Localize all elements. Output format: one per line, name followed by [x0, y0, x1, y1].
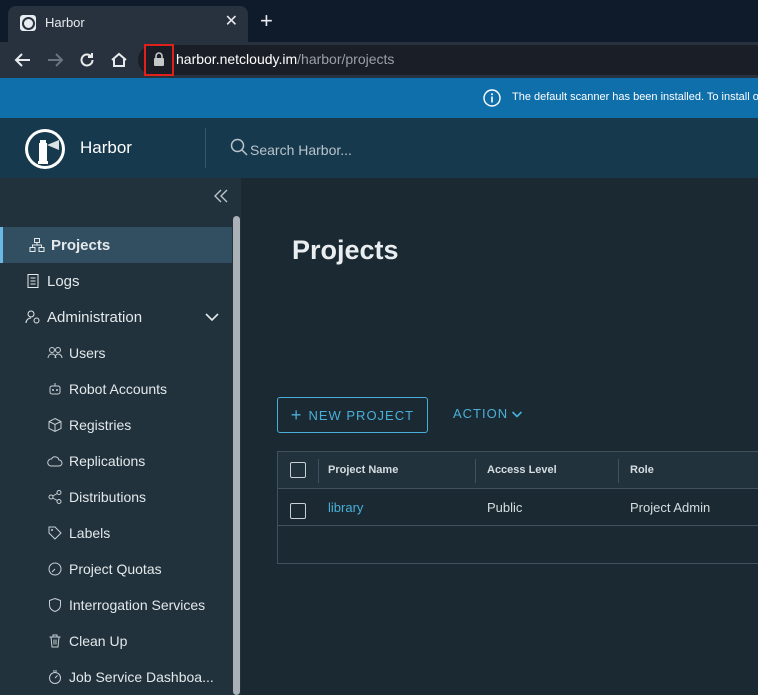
search-input[interactable]: Search Harbor...: [250, 142, 352, 158]
tab-close-icon[interactable]: ✕: [225, 13, 238, 31]
lock-icon[interactable]: [153, 52, 165, 71]
column-separator: [318, 459, 319, 483]
sidebar-item-label: Logs: [47, 272, 80, 290]
info-banner: The default scanner has been installed. …: [0, 78, 758, 118]
new-tab-button[interactable]: +: [260, 10, 273, 32]
sidebar-scrollbar[interactable]: [233, 216, 240, 695]
info-icon: [483, 89, 501, 112]
search-icon: [230, 138, 248, 161]
sidebar-item-interrogation-services[interactable]: Interrogation Services: [0, 587, 232, 623]
trash-icon: [46, 632, 64, 650]
browser-tab[interactable]: Harbor ✕: [8, 6, 248, 42]
tab-title: Harbor: [45, 15, 85, 30]
chevron-down-icon[interactable]: [204, 309, 220, 329]
sidebar-item-clean-up[interactable]: Clean Up: [0, 623, 232, 659]
projects-icon: [28, 236, 46, 254]
interrogation-icon: [46, 596, 64, 614]
action-dropdown-button[interactable]: ACTION: [453, 406, 523, 421]
url-path: /harbor/projects: [297, 51, 395, 67]
sidebar-item-label: Interrogation Services: [69, 597, 206, 613]
access-level-cell: Public: [487, 500, 523, 515]
brand-name: Harbor: [80, 138, 132, 157]
column-header-role[interactable]: Role: [630, 464, 654, 476]
sidebar-item-labels[interactable]: Labels: [0, 515, 232, 551]
users-icon: [46, 344, 64, 362]
sidebar-item-label: Replications: [69, 453, 146, 469]
browser-tab-bar: Harbor ✕ +: [0, 0, 758, 42]
global-search[interactable]: Search Harbor...: [230, 138, 352, 161]
administration-icon: [24, 308, 42, 326]
quotas-icon: [46, 560, 64, 578]
app-header: Harbor Search Harbor...: [0, 118, 758, 178]
header-divider: [205, 128, 206, 168]
sidebar-item-replications[interactable]: Replications: [0, 443, 232, 479]
replications-icon: [46, 452, 64, 470]
sidebar-item-administration[interactable]: Administration: [0, 299, 232, 335]
sidebar-item-label: Clean Up: [69, 633, 128, 649]
table-row: library Public Project Admin: [278, 489, 758, 526]
sidebar-item-label: Registries: [69, 417, 132, 433]
url-host: harbor.netcloudy.im: [176, 51, 298, 67]
collapse-sidebar-icon[interactable]: [213, 188, 229, 209]
sidebar-item-projects[interactable]: Projects: [0, 227, 232, 263]
sidebar-item-robot-accounts[interactable]: Robot Accounts: [0, 371, 232, 407]
job-service-icon: [46, 668, 64, 686]
sidebar: Projects Logs Administration Users Robot…: [0, 178, 241, 695]
sidebar-item-label: Robot Accounts: [69, 381, 168, 397]
sidebar-item-registries[interactable]: Registries: [0, 407, 232, 443]
project-name-link[interactable]: library: [328, 500, 363, 515]
harbor-favicon-icon: [20, 15, 36, 31]
sidebar-item-label: Distributions: [69, 489, 147, 505]
labels-icon: [46, 524, 64, 542]
new-project-button[interactable]: + NEW PROJECT: [277, 397, 428, 433]
action-label: ACTION: [453, 406, 509, 421]
column-header-project-name[interactable]: Project Name: [328, 464, 398, 476]
sidebar-item-label: Labels: [69, 525, 111, 541]
sidebar-item-distributions[interactable]: Distributions: [0, 479, 232, 515]
new-project-label: NEW PROJECT: [308, 407, 415, 423]
role-cell: Project Admin: [630, 500, 711, 515]
sidebar-item-users[interactable]: Users: [0, 335, 232, 371]
table-header: Project Name Access Level Role: [278, 452, 758, 489]
logs-icon: [24, 272, 42, 290]
back-arrow-icon[interactable]: [11, 48, 35, 72]
projects-table: Project Name Access Level Role library P…: [277, 451, 758, 564]
select-all-checkbox[interactable]: [290, 462, 306, 478]
page-title: Projects: [292, 235, 399, 265]
robot-icon: [46, 380, 64, 398]
harbor-logo-icon[interactable]: [25, 129, 65, 169]
sidebar-item-label: Users: [69, 345, 106, 361]
row-checkbox[interactable]: [290, 503, 306, 519]
sidebar-item-logs[interactable]: Logs: [0, 263, 232, 299]
main-content: Projects + NEW PROJECT ACTION Project Na…: [241, 178, 758, 695]
distributions-icon: [46, 488, 64, 506]
sidebar-item-job-service-dashboard[interactable]: Job Service Dashboa...: [0, 659, 232, 695]
home-icon[interactable]: [107, 48, 131, 72]
url-text[interactable]: harbor.netcloudy.im/harbor/projects: [176, 51, 394, 67]
reload-icon[interactable]: [75, 48, 99, 72]
column-separator: [475, 459, 476, 483]
forward-arrow-icon[interactable]: [43, 48, 67, 72]
sidebar-item-label: Job Service Dashboa...: [69, 669, 214, 685]
sidebar-item-label: Project Quotas: [69, 561, 162, 577]
sidebar-item-label: Administration: [47, 308, 143, 326]
column-separator: [618, 459, 619, 483]
registries-icon: [46, 416, 64, 434]
sidebar-item-label: Projects: [51, 236, 111, 254]
banner-text: The default scanner has been installed. …: [512, 91, 758, 103]
column-header-access-level[interactable]: Access Level: [487, 464, 557, 476]
sidebar-item-project-quotas[interactable]: Project Quotas: [0, 551, 232, 587]
chevron-down-icon: [511, 408, 523, 420]
plus-icon: +: [290, 404, 303, 425]
